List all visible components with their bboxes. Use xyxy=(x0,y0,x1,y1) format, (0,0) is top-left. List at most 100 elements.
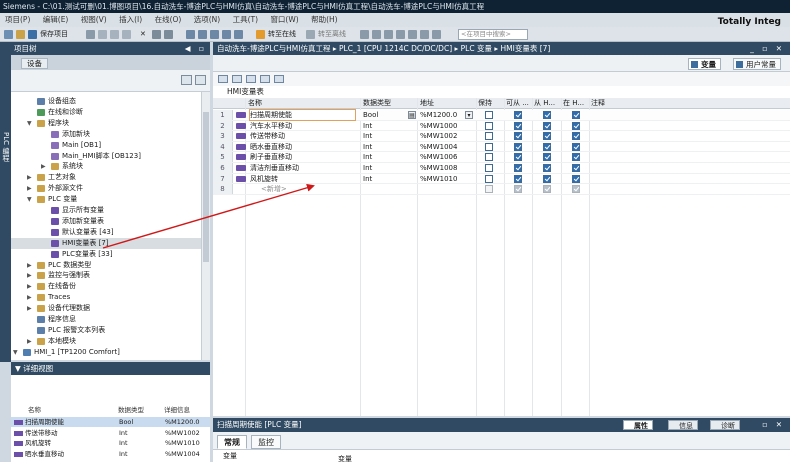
row-number[interactable]: 8 xyxy=(213,184,233,194)
visible-checkbox[interactable] xyxy=(572,153,580,162)
retain-checkbox[interactable] xyxy=(485,185,493,194)
table-row[interactable]: 5 刷子垂直移动 Int %MW1006 xyxy=(213,152,790,163)
visible-checkbox[interactable] xyxy=(572,164,580,172)
retain-checkbox[interactable] xyxy=(485,111,493,119)
save-project-button[interactable]: 保存项目 xyxy=(40,29,68,40)
start-cpu-icon[interactable] xyxy=(372,30,381,39)
detail-view-toggle-icon[interactable]: ▼ xyxy=(15,364,23,373)
col-comment[interactable]: 注释 xyxy=(591,98,605,109)
address-dropdown-icon[interactable]: ▾ xyxy=(465,111,473,119)
add-row-icon[interactable] xyxy=(232,75,242,83)
cell-type[interactable]: Int xyxy=(363,152,413,162)
visible-checkbox[interactable] xyxy=(572,132,580,141)
tree-item[interactable]: ▼ HMI_1 [TP1200 Comfort] xyxy=(11,347,201,358)
split-vertical-icon[interactable] xyxy=(420,30,429,39)
menu-view[interactable]: 视图(V) xyxy=(76,13,112,27)
tree-item[interactable]: ▶ Traces xyxy=(11,292,201,303)
tree-options-icon[interactable] xyxy=(195,75,206,85)
accessible-checkbox[interactable] xyxy=(514,185,522,194)
collapsed-icon[interactable]: ▶ xyxy=(27,172,32,183)
delete-icon[interactable]: ✕ xyxy=(140,29,146,40)
insert-row-icon[interactable] xyxy=(218,75,228,83)
paste-icon[interactable] xyxy=(122,30,131,39)
stop-cpu-icon[interactable] xyxy=(384,30,393,39)
cell-name[interactable]: 扫描周期使能 xyxy=(249,109,356,121)
writable-checkbox[interactable] xyxy=(543,142,551,151)
menu-window[interactable]: 窗口(W) xyxy=(265,13,303,27)
tree-item[interactable]: ▶ 监控与强制表 xyxy=(11,270,201,281)
col-accessible[interactable]: 可从 ... xyxy=(506,98,529,109)
expanded-icon[interactable]: ▼ xyxy=(13,347,18,358)
tree-item[interactable]: 设备组态 xyxy=(11,96,201,107)
col-retain[interactable]: 保持 xyxy=(478,98,492,109)
retain-checkbox[interactable] xyxy=(485,174,493,183)
detail-row[interactable]: 风机旋转 Int %MW1010 xyxy=(11,438,210,448)
collapsed-icon[interactable]: ▶ xyxy=(27,336,32,347)
accessible-checkbox[interactable] xyxy=(514,132,522,141)
tree-item[interactable]: 程序信息 xyxy=(11,314,201,325)
properties-window-controls-icon[interactable]: ▫ ✕ xyxy=(762,418,785,432)
go-online-button[interactable]: 转至在线 xyxy=(268,29,296,40)
cell-type[interactable]: Int xyxy=(363,174,413,184)
tree-item[interactable]: ▶ 工艺对象 xyxy=(11,172,201,183)
tree-item[interactable]: ▶ 系统块 xyxy=(11,161,201,172)
cell-address[interactable]: %MW1006 xyxy=(420,152,470,162)
tab-monitor[interactable]: 监控 xyxy=(251,435,281,449)
visible-checkbox[interactable] xyxy=(572,185,580,194)
accessible-checkbox[interactable] xyxy=(514,142,522,151)
tab-properties[interactable]: 属性 xyxy=(623,420,653,430)
tree-item[interactable]: ▼ 程序块 xyxy=(11,118,201,129)
save-icon[interactable] xyxy=(28,30,37,39)
cell-address[interactable]: %MW1010 xyxy=(420,174,470,184)
cell-name[interactable]: 晒水垂直移动 xyxy=(250,142,355,152)
retain-checkbox[interactable] xyxy=(485,132,493,141)
copy-icon[interactable] xyxy=(110,30,119,39)
retain-checkbox[interactable] xyxy=(485,164,493,172)
retain-checkbox[interactable] xyxy=(485,142,493,151)
collapsed-icon[interactable]: ▶ xyxy=(27,292,32,303)
split-horizontal-icon[interactable] xyxy=(408,30,417,39)
accessible-checkbox[interactable] xyxy=(514,164,522,172)
accessible-checkbox[interactable] xyxy=(514,174,522,183)
cell-type[interactable]: Int xyxy=(363,163,413,173)
col-address[interactable]: 地址 xyxy=(420,98,434,109)
cell-name[interactable]: 清洁剂垂直移动 xyxy=(250,163,355,173)
tree-item[interactable]: PLC变量表 [33] xyxy=(11,249,201,260)
writable-checkbox[interactable] xyxy=(543,111,551,119)
row-number[interactable]: 6 xyxy=(213,163,233,173)
cell-type[interactable]: Int xyxy=(363,131,413,141)
cell-name[interactable]: 风机旋转 xyxy=(250,174,355,184)
visible-checkbox[interactable] xyxy=(572,142,580,151)
visible-checkbox[interactable] xyxy=(572,174,580,183)
visible-checkbox[interactable] xyxy=(572,111,580,119)
collapsed-icon[interactable]: ▶ xyxy=(41,161,46,172)
retain-checkbox[interactable] xyxy=(485,121,493,130)
cell-type[interactable]: Int xyxy=(363,121,413,131)
window-controls-icon[interactable]: _ ▫ ✕ xyxy=(750,42,785,55)
writable-checkbox[interactable] xyxy=(543,153,551,162)
cell-type[interactable]: Bool xyxy=(363,110,413,120)
undo-icon[interactable] xyxy=(152,30,161,39)
panel-collapse-icon[interactable]: ◀ ▫ xyxy=(185,42,207,55)
visible-checkbox[interactable] xyxy=(572,121,580,130)
collapsed-icon[interactable]: ▶ xyxy=(27,183,32,194)
cell-name[interactable]: 传送带移动 xyxy=(250,131,355,141)
cell-address[interactable]: %MW1000 xyxy=(420,121,470,131)
tree-item[interactable]: 添加新变量表 xyxy=(11,216,201,227)
simulation-icon[interactable] xyxy=(222,30,231,39)
tree-scroll-thumb[interactable] xyxy=(203,112,209,262)
tree-item[interactable]: 在线和诊断 xyxy=(11,107,201,118)
collapsed-icon[interactable]: ▶ xyxy=(27,281,32,292)
cross-reference-icon[interactable] xyxy=(396,30,405,39)
retain-checkbox[interactable] xyxy=(485,153,493,162)
writable-checkbox[interactable] xyxy=(543,121,551,130)
collapsed-icon[interactable]: ▶ xyxy=(27,260,32,271)
col-name[interactable]: 名称 xyxy=(248,98,262,109)
row-number[interactable]: 5 xyxy=(213,152,233,162)
properties-section-tag[interactable]: 变量 xyxy=(223,451,237,461)
tab-tags[interactable]: 变量 xyxy=(688,58,721,70)
go-offline-button[interactable]: 转至离线 xyxy=(318,29,346,40)
download-icon[interactable] xyxy=(198,30,207,39)
tree-item[interactable]: Main [OB1] xyxy=(11,140,201,151)
detail-row[interactable]: 传送带移动 Int %MW1002 xyxy=(11,428,210,438)
